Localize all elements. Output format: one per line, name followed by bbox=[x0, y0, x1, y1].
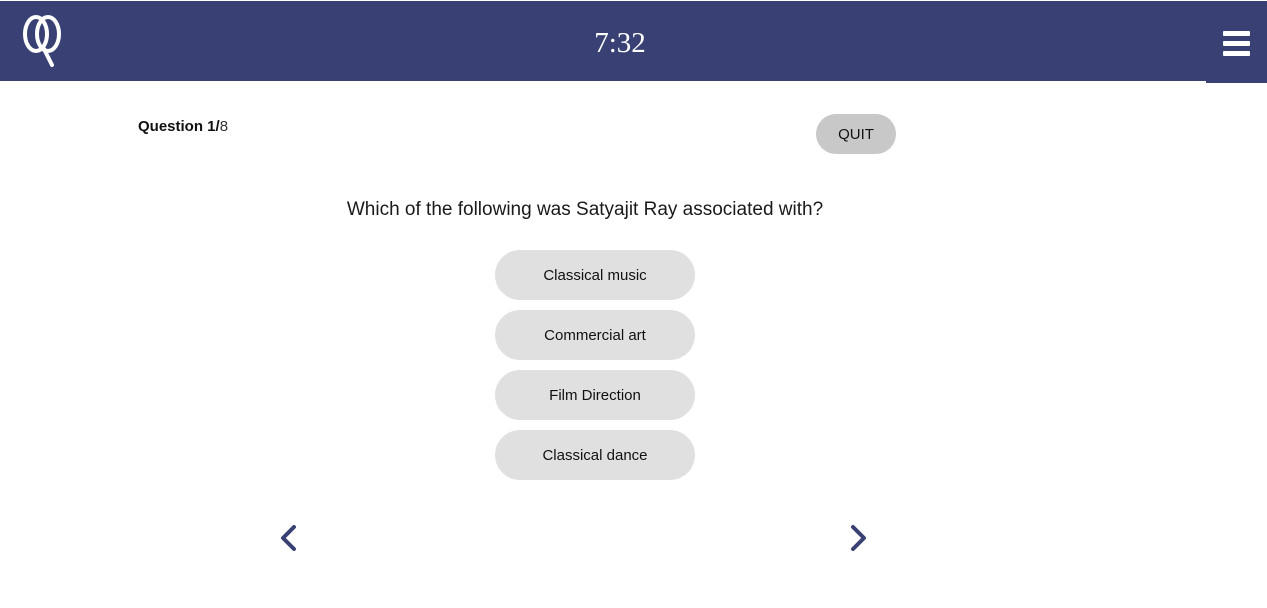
answer-option-film-direction[interactable]: Film Direction bbox=[495, 370, 695, 420]
question-total: 8 bbox=[219, 118, 229, 135]
chevron-right-icon[interactable] bbox=[843, 522, 873, 554]
top-bar: 7:32 bbox=[0, 1, 1267, 81]
header-edge bbox=[1206, 81, 1267, 83]
quiz-logo-icon[interactable] bbox=[22, 13, 64, 69]
answer-option-classical-dance[interactable]: Classical dance bbox=[495, 430, 695, 480]
answer-options: Classical music Commercial art Film Dire… bbox=[495, 250, 695, 490]
countdown-timer: 7:32 bbox=[594, 27, 646, 59]
hamburger-menu-icon[interactable] bbox=[1218, 27, 1258, 61]
answer-option-commercial-art[interactable]: Commercial art bbox=[495, 310, 695, 360]
answer-option-classical-music[interactable]: Classical music bbox=[495, 250, 695, 300]
question-text: Which of the following was Satyajit Ray … bbox=[346, 199, 824, 220]
question-label: Question 1/ bbox=[138, 118, 220, 135]
quit-button[interactable]: QUIT bbox=[816, 114, 896, 154]
question-counter: Question 1/8 bbox=[138, 117, 228, 137]
chevron-left-icon[interactable] bbox=[274, 522, 304, 554]
